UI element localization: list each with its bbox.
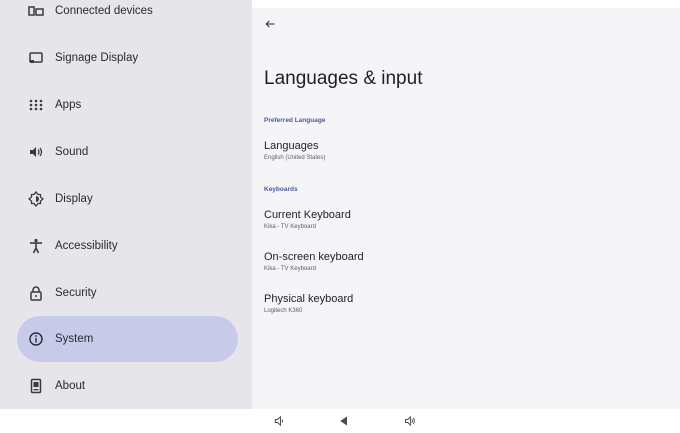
device-icon — [27, 377, 45, 395]
back-triangle-icon[interactable] — [336, 413, 352, 429]
arrow-back-icon[interactable] — [262, 16, 278, 32]
setting-subtitle: English (United States) — [264, 155, 326, 161]
setting-title: Languages — [264, 140, 319, 152]
sidebar-item-label: Apps — [55, 99, 82, 111]
speaker-icon — [27, 143, 45, 161]
section-header-preferred-language: Preferred Language — [264, 117, 326, 124]
sidebar-item-label: Display — [55, 193, 93, 205]
connected-devices-icon — [27, 2, 45, 20]
sidebar-item-label: Signage Display — [55, 52, 139, 64]
system-navigation-bar — [0, 409, 680, 433]
apps-grid-icon — [27, 96, 45, 114]
sidebar-item-apps[interactable]: Apps — [17, 82, 238, 128]
sidebar-item-about[interactable]: About — [17, 363, 238, 409]
sidebar-item-label: About — [55, 380, 86, 392]
brightness-icon — [27, 190, 45, 208]
setting-item-on-screen-keyboard[interactable]: On-screen keyboard Kika - TV Keyboard — [252, 249, 680, 285]
sidebar-item-label: Connected devices — [55, 5, 153, 17]
settings-sidebar: Connected devices Signage Display Apps S… — [0, 0, 252, 409]
setting-title: On-screen keyboard — [264, 251, 364, 263]
sidebar-item-label: Sound — [55, 146, 89, 158]
page-title: Languages & input — [264, 68, 423, 89]
section-header-keyboards: Keyboards — [264, 186, 298, 193]
sidebar-item-sound[interactable]: Sound — [17, 129, 238, 175]
setting-subtitle: Logitech K360 — [264, 308, 303, 314]
sidebar-item-display[interactable]: Display — [17, 176, 238, 222]
volume-up-icon[interactable] — [402, 413, 418, 429]
setting-item-languages[interactable]: Languages English (United States) — [252, 138, 680, 174]
sidebar-item-connected-devices[interactable]: Connected devices — [17, 0, 238, 34]
setting-subtitle: Kika - TV Keyboard — [264, 266, 316, 272]
sidebar-item-security[interactable]: Security — [17, 270, 238, 316]
sidebar-item-accessibility[interactable]: Accessibility — [17, 223, 238, 269]
sidebar-item-label: Accessibility — [55, 240, 118, 252]
sidebar-item-label: System — [55, 333, 94, 345]
sidebar-item-label: Security — [55, 287, 97, 299]
settings-detail-panel: Languages & input Preferred Language Lan… — [252, 8, 680, 409]
setting-title: Physical keyboard — [264, 293, 354, 305]
lock-icon — [27, 284, 45, 302]
sidebar-item-system[interactable]: System — [17, 316, 238, 362]
setting-subtitle: Kika - TV Keyboard — [264, 224, 316, 230]
setting-item-current-keyboard[interactable]: Current Keyboard Kika - TV Keyboard — [252, 207, 680, 243]
accessibility-person-icon — [27, 237, 45, 255]
signage-display-icon — [27, 49, 45, 67]
setting-title: Current Keyboard — [264, 209, 351, 221]
volume-down-icon[interactable] — [271, 413, 287, 429]
setting-item-physical-keyboard[interactable]: Physical keyboard Logitech K360 — [252, 291, 680, 327]
sidebar-item-signage-display[interactable]: Signage Display — [17, 35, 238, 81]
info-circle-icon — [27, 330, 45, 348]
